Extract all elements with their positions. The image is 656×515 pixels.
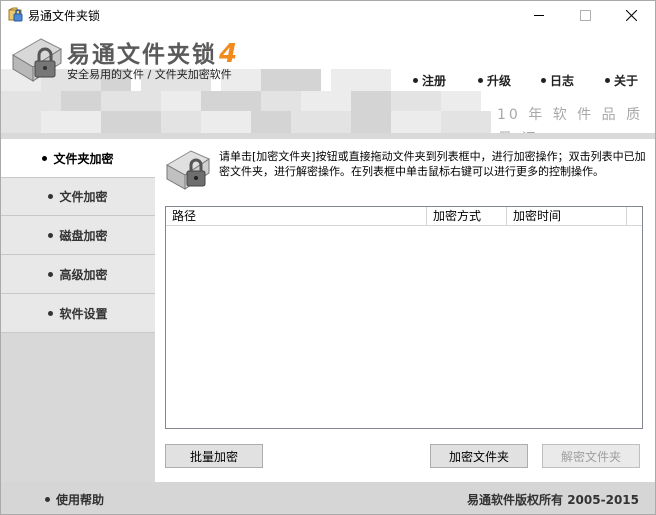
sidebar-item-settings[interactable]: 软件设置 xyxy=(1,294,155,333)
sidebar: 文件夹加密 文件加密 磁盘加密 高级加密 软件设置 xyxy=(1,139,155,482)
sidebar-item-advanced-encrypt[interactable]: 高级加密 xyxy=(1,255,155,294)
encrypt-folder-button[interactable]: 加密文件夹 xyxy=(430,444,528,468)
folder-lock-logo-icon xyxy=(12,38,63,82)
product-logo-title: 易通文件夹锁4 xyxy=(67,39,240,69)
nav-log[interactable]: 日志 xyxy=(541,72,574,88)
folder-lock-icon xyxy=(165,150,211,190)
instruction-text: 请单击[加密文件夹]按钮或直接拖动文件夹到列表框中，进行加密操作；双击列表中已加… xyxy=(219,150,646,178)
sidebar-item-file-encrypt[interactable]: 文件加密 xyxy=(1,177,155,216)
bullet-icon xyxy=(45,497,50,502)
sidebar-filler xyxy=(1,333,155,482)
bullet-icon xyxy=(605,77,610,83)
motto-text: 10 年 软 件 品 质 保 证 xyxy=(491,103,655,133)
bullet-icon xyxy=(48,194,54,199)
column-header-time[interactable]: 加密时间 xyxy=(507,207,627,226)
encrypted-folder-list[interactable]: 路径 加密方式 加密时间 xyxy=(165,206,643,429)
nav-about[interactable]: 关于 xyxy=(605,72,638,88)
sidebar-item-disk-encrypt[interactable]: 磁盘加密 xyxy=(1,216,155,255)
minimize-button[interactable] xyxy=(516,1,562,29)
bullet-icon xyxy=(48,310,54,316)
nav-upgrade[interactable]: 升级 xyxy=(478,72,511,88)
product-slogan: 安全易用的文件 / 文件夹加密软件 xyxy=(67,68,232,81)
bullet-icon xyxy=(413,77,418,83)
bullet-icon xyxy=(541,77,546,83)
column-header-method[interactable]: 加密方式 xyxy=(427,207,507,226)
close-button[interactable] xyxy=(608,1,654,29)
help-link[interactable]: 使用帮助 xyxy=(45,491,104,508)
window-title: 易通文件夹锁 xyxy=(28,9,101,23)
bullet-icon xyxy=(48,271,54,277)
maximize-icon xyxy=(579,9,591,21)
maximize-button[interactable] xyxy=(562,1,608,29)
main-panel: 请单击[加密文件夹]按钮或直接拖动文件夹到列表框中，进行加密操作；双击列表中已加… xyxy=(155,139,655,482)
minimize-icon xyxy=(533,14,544,16)
app-window: 易通文件夹锁 易通文件夹锁4 安全易用的文件 / 文件夹加密软件 注册 升级 日… xyxy=(0,0,656,515)
batch-encrypt-button[interactable]: 批量加密 xyxy=(165,444,263,468)
footer-bar: 使用帮助 易通软件版权所有 2005-2015 xyxy=(1,482,655,514)
nav-register[interactable]: 注册 xyxy=(413,72,446,88)
bullet-icon xyxy=(48,232,54,238)
sidebar-item-folder-encrypt[interactable]: 文件夹加密 xyxy=(1,139,155,177)
bullet-icon xyxy=(478,77,483,83)
copyright-text: 易通软件版权所有 2005-2015 xyxy=(467,493,639,507)
decrypt-folder-button[interactable]: 解密文件夹 xyxy=(542,444,640,468)
bullet-icon xyxy=(42,155,48,161)
app-icon xyxy=(8,7,23,22)
list-header: 路径 加密方式 加密时间 xyxy=(166,207,642,226)
title-bar: 易通文件夹锁 xyxy=(1,1,655,29)
close-icon xyxy=(625,9,637,21)
column-header-path[interactable]: 路径 xyxy=(166,207,427,226)
header-banner: 易通文件夹锁4 安全易用的文件 / 文件夹加密软件 注册 升级 日志 关于 10… xyxy=(1,29,655,133)
